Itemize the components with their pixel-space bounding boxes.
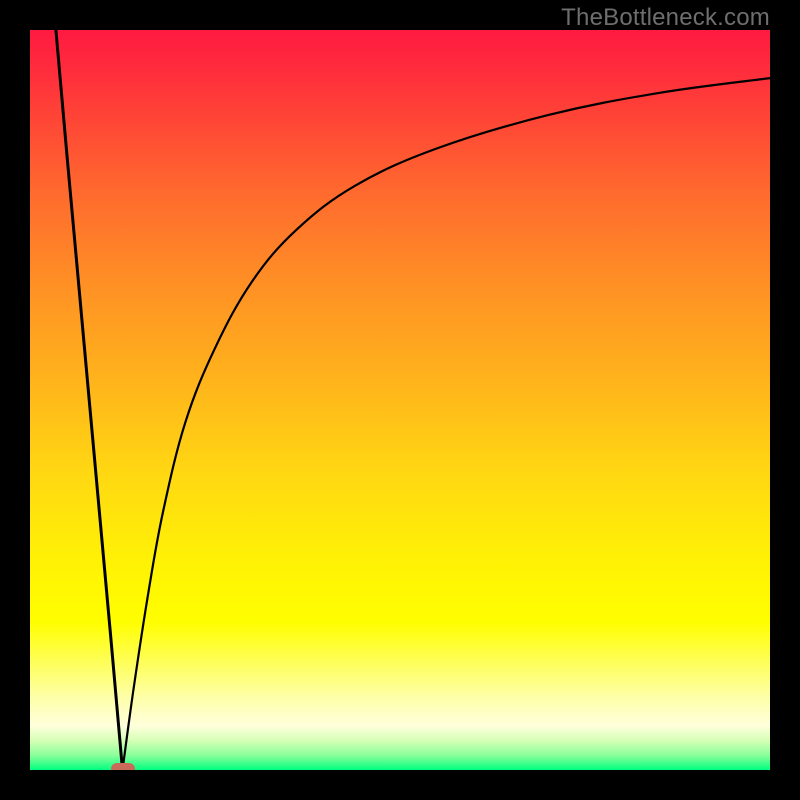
curve-layer <box>30 30 770 770</box>
optimal-point-marker <box>111 763 135 770</box>
chart-frame: TheBottleneck.com <box>0 0 800 800</box>
watermark-text: TheBottleneck.com <box>561 4 770 32</box>
plot-area <box>30 30 770 770</box>
curve-right-ascent <box>123 78 771 770</box>
curve-left-descent <box>56 30 123 770</box>
